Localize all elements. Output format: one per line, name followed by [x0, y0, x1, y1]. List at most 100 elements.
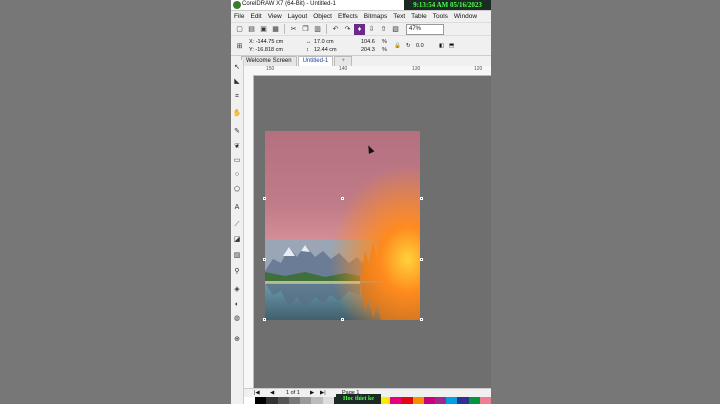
- outline-tool-icon[interactable]: ◍: [232, 314, 242, 324]
- text-tool-icon[interactable]: A: [232, 203, 242, 213]
- export-icon[interactable]: ⇧: [378, 24, 389, 35]
- pan-tool-icon[interactable]: ✋: [232, 109, 242, 119]
- color-swatch[interactable]: [255, 397, 267, 404]
- scale-y-unit: %: [382, 47, 387, 53]
- object-center-marker: [341, 197, 344, 200]
- pick-tool-icon[interactable]: ↖: [232, 63, 242, 73]
- undo-icon[interactable]: ↶: [330, 24, 341, 35]
- selection-handle[interactable]: [420, 197, 423, 200]
- menu-bitmaps[interactable]: Bitmaps: [361, 13, 390, 20]
- color-swatch[interactable]: [446, 397, 458, 404]
- vertical-ruler: [244, 75, 254, 388]
- menu-layout[interactable]: Layout: [285, 13, 311, 20]
- horizontal-ruler: 150 140 130 120: [244, 66, 491, 76]
- color-swatch[interactable]: [311, 397, 323, 404]
- standard-toolbar: ▢ ▤ ▣ ▦ ✂ ❐ ▥ ↶ ↷ ♦ ⇩ ⇧ ▧ 47%: [231, 22, 491, 36]
- color-swatch[interactable]: [479, 397, 491, 404]
- position-y-field[interactable]: Y: -16.818 cm: [249, 47, 283, 53]
- coreldraw-logo-icon: [233, 1, 241, 9]
- selection-handle[interactable]: [263, 197, 266, 200]
- selection-handle[interactable]: [263, 258, 266, 261]
- shape-tool-icon[interactable]: ◣: [232, 77, 242, 87]
- color-swatch[interactable]: [434, 397, 447, 404]
- menu-file[interactable]: File: [231, 13, 247, 20]
- scale-y-field[interactable]: 204.3: [361, 47, 375, 53]
- publish-pdf-icon[interactable]: ▧: [390, 24, 401, 35]
- copy-icon[interactable]: ❐: [300, 24, 311, 35]
- tab-welcome-screen[interactable]: Welcome Screen: [241, 56, 297, 66]
- zoom-level-select[interactable]: 47%: [406, 23, 444, 35]
- import-icon[interactable]: ⇩: [366, 24, 377, 35]
- new-document-icon[interactable]: ▢: [234, 24, 245, 35]
- connector-tool-icon[interactable]: ⟋: [232, 220, 242, 230]
- next-page-icon[interactable]: ▶: [310, 390, 314, 396]
- cut-icon[interactable]: ✂: [288, 24, 299, 35]
- color-swatch[interactable]: [423, 397, 435, 404]
- mirror-horizontal-icon[interactable]: ◧: [439, 43, 444, 49]
- tab-untitled-1[interactable]: Untitled-1: [297, 56, 334, 66]
- menu-text[interactable]: Text: [390, 13, 408, 20]
- selection-handle[interactable]: [420, 318, 423, 321]
- transparency-tool-icon[interactable]: ▨: [232, 251, 242, 261]
- print-icon[interactable]: ▦: [270, 24, 281, 35]
- toolbar-separator: [326, 24, 327, 34]
- toolbar-separator: [284, 24, 285, 34]
- lock-ratio-icon[interactable]: 🔒: [394, 43, 401, 49]
- menu-effects[interactable]: Effects: [335, 13, 361, 20]
- first-page-icon[interactable]: |◀: [254, 390, 260, 396]
- save-icon[interactable]: ▣: [258, 24, 269, 35]
- menu-window[interactable]: Window: [451, 13, 480, 20]
- crop-tool-icon[interactable]: ⌗: [232, 92, 242, 102]
- polygon-tool-icon[interactable]: ⬠: [232, 185, 242, 195]
- redo-icon[interactable]: ↷: [342, 24, 353, 35]
- menu-view[interactable]: View: [265, 13, 285, 20]
- interactive-fill-tool-icon[interactable]: ◈: [232, 285, 242, 295]
- landscape-photo: [265, 131, 420, 320]
- add-tool-icon[interactable]: ⊕: [232, 335, 242, 345]
- color-swatch[interactable]: [300, 397, 312, 404]
- open-folder-icon[interactable]: ▤: [246, 24, 257, 35]
- color-swatch[interactable]: [277, 397, 289, 404]
- scale-x-field[interactable]: 104.6: [361, 39, 375, 45]
- drawing-canvas[interactable]: [254, 76, 491, 388]
- color-swatch[interactable]: [457, 397, 469, 404]
- color-swatch[interactable]: [401, 397, 413, 404]
- paste-icon[interactable]: ▥: [312, 24, 323, 35]
- add-tab-icon[interactable]: +: [334, 56, 353, 66]
- color-swatch[interactable]: [322, 397, 334, 404]
- color-swatch[interactable]: [288, 397, 301, 404]
- position-x-field[interactable]: X: -144.75 cm: [249, 39, 283, 45]
- prev-page-icon[interactable]: ◀: [270, 390, 274, 396]
- freehand-tool-icon[interactable]: ✎: [232, 127, 242, 137]
- color-swatch[interactable]: [390, 397, 402, 404]
- mirror-vertical-icon[interactable]: ⬒: [449, 43, 454, 49]
- rotation-angle-field[interactable]: 0.0: [416, 43, 424, 49]
- menu-tools[interactable]: Tools: [430, 13, 451, 20]
- ellipse-tool-icon[interactable]: ○: [232, 170, 242, 180]
- color-swatch[interactable]: [266, 397, 278, 404]
- color-swatch[interactable]: [468, 397, 480, 404]
- height-field[interactable]: 12.44 cm: [314, 47, 337, 53]
- selection-handle[interactable]: [341, 318, 344, 321]
- selection-handle[interactable]: [420, 258, 423, 261]
- menu-object[interactable]: Object: [310, 13, 335, 20]
- object-origin-icon[interactable]: ⊞: [234, 40, 245, 51]
- menu-bar: File Edit View Layout Object Effects Bit…: [231, 11, 491, 22]
- width-field[interactable]: 17.0 cm: [314, 39, 334, 45]
- artistic-media-tool-icon[interactable]: ❦: [232, 142, 242, 152]
- interactive-tool-icon[interactable]: ◪: [232, 235, 242, 245]
- smart-fill-tool-icon[interactable]: ◐: [232, 300, 242, 310]
- page-count: 1 of 1: [286, 390, 300, 396]
- eyedropper-tool-icon[interactable]: ⚲: [232, 267, 242, 277]
- landscape-bitmap[interactable]: [265, 131, 420, 320]
- rectangle-tool-icon[interactable]: ▭: [232, 156, 242, 166]
- menu-edit[interactable]: Edit: [247, 13, 264, 20]
- search-content-icon[interactable]: ♦: [354, 23, 365, 35]
- selection-handle[interactable]: [263, 318, 266, 321]
- channel-watermark: Hoc thiet ke: [336, 394, 381, 404]
- last-page-icon[interactable]: ▶|: [320, 390, 326, 396]
- right-letterbox: [491, 0, 720, 404]
- swatch-none[interactable]: [244, 397, 256, 404]
- color-swatch[interactable]: [412, 397, 424, 404]
- menu-table[interactable]: Table: [408, 13, 430, 20]
